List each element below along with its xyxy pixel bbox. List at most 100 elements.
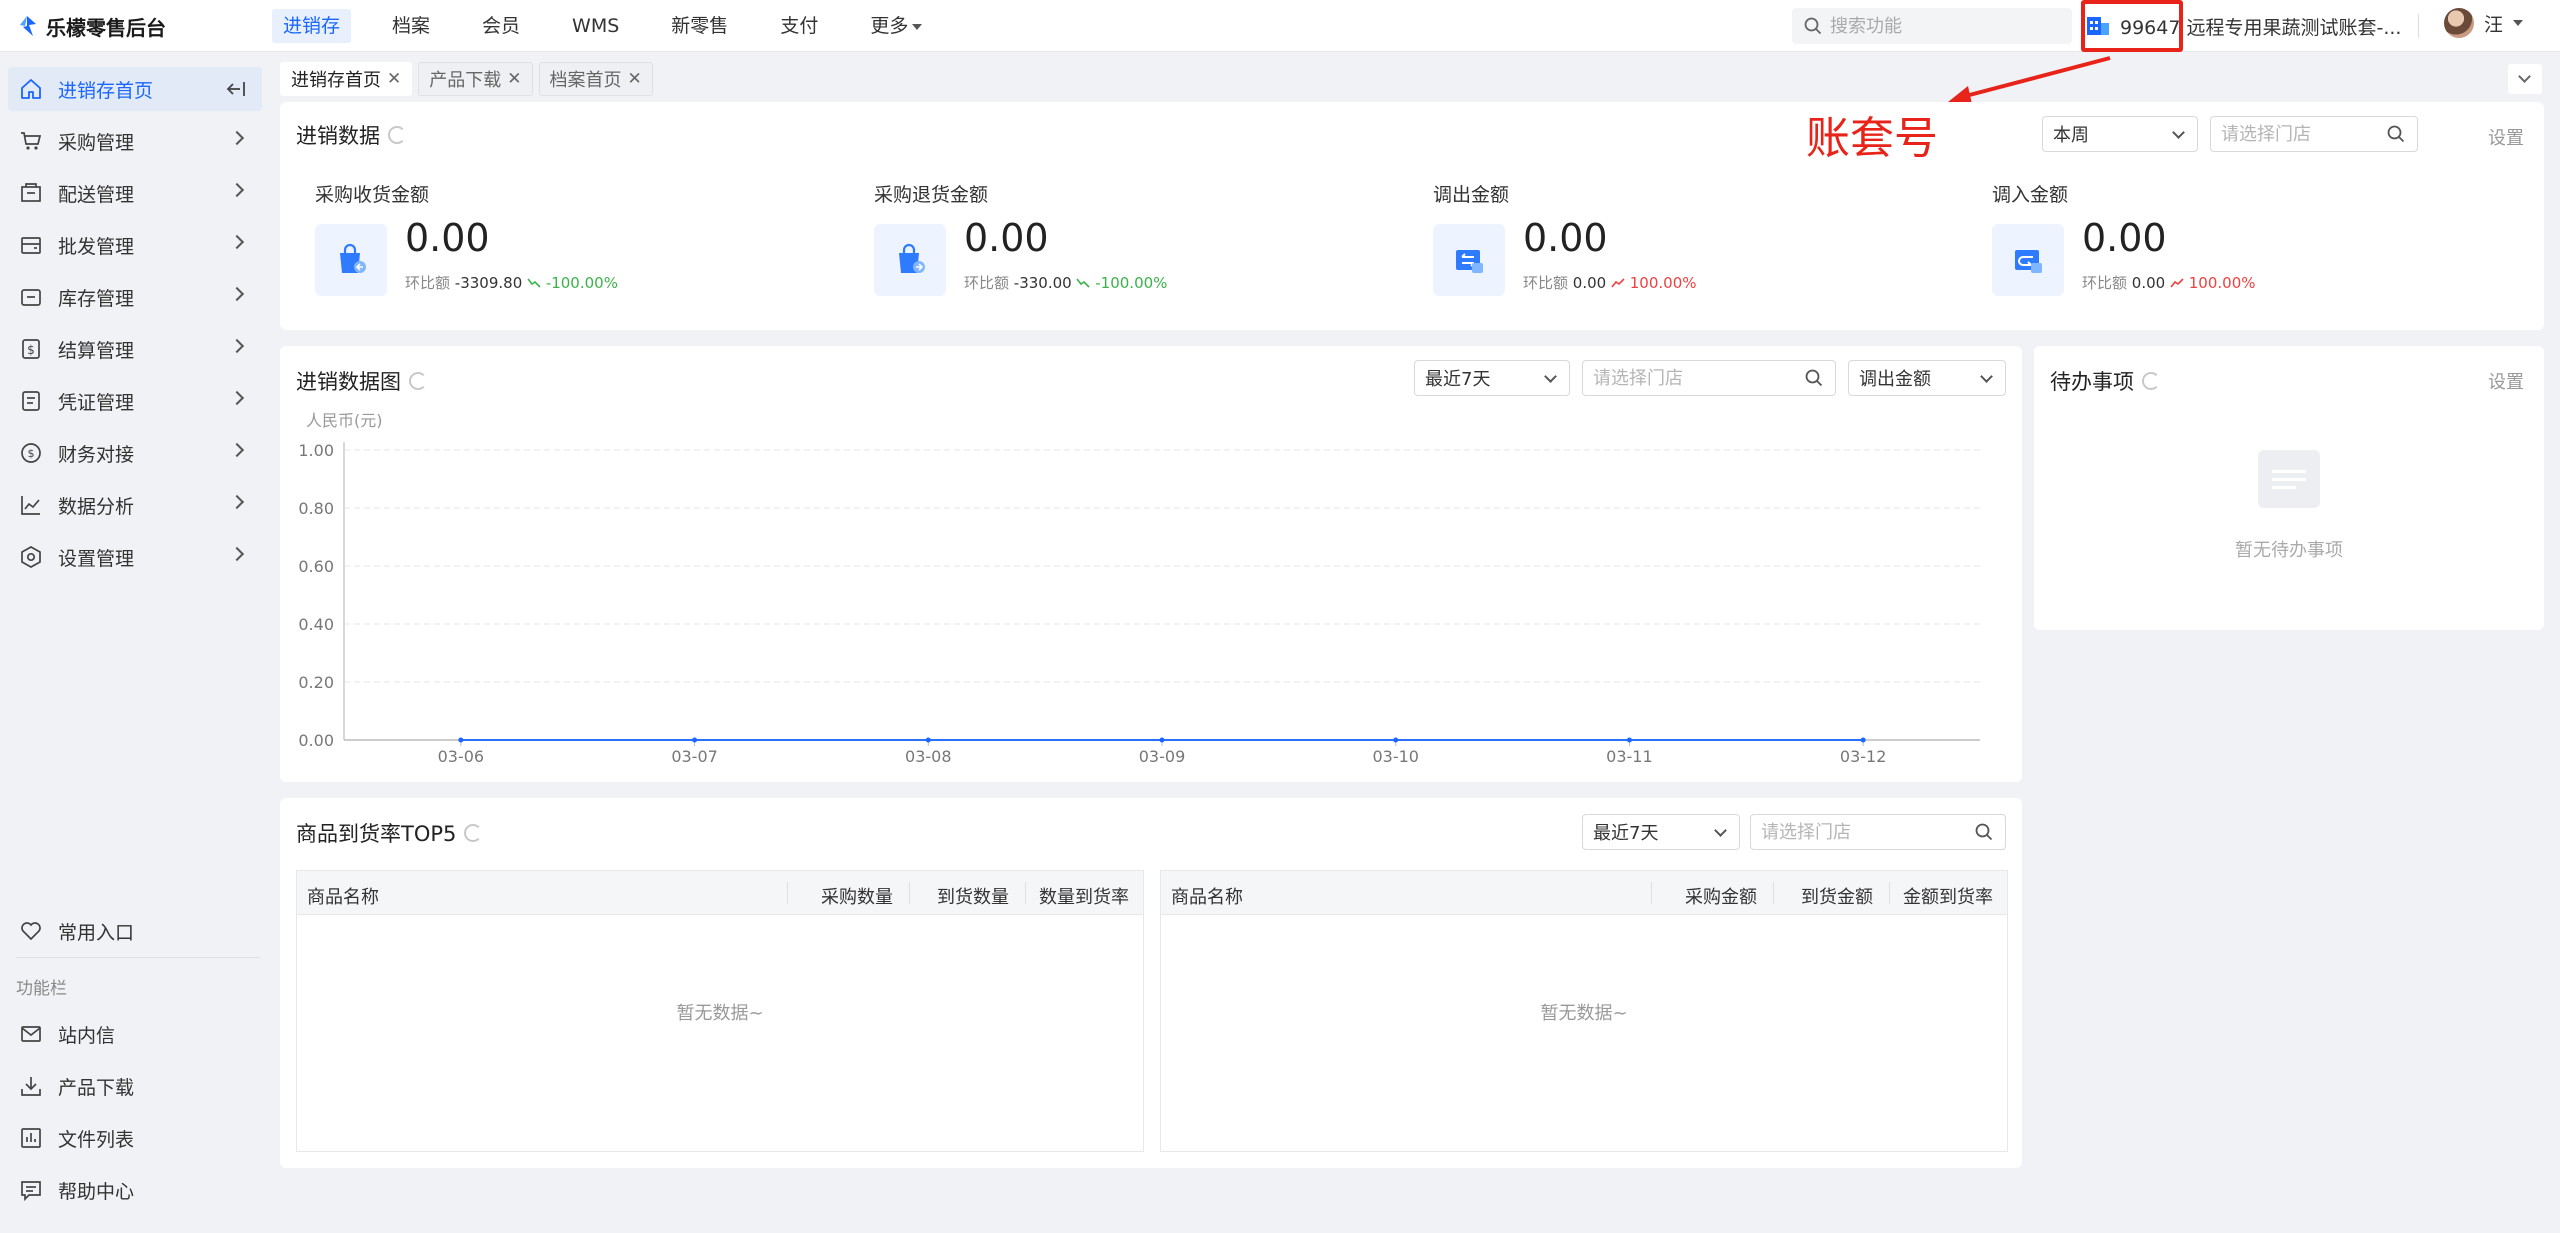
sidebar-item-stock[interactable]: 库存管理 — [8, 275, 262, 319]
sidebar-tool-label: 帮助中心 — [58, 1180, 135, 1203]
sidebar-item-inventory-home[interactable]: 进销存首页 — [8, 67, 262, 111]
user-menu[interactable]: 汪 — [2444, 8, 2524, 38]
nav-archive[interactable]: 档案 — [381, 9, 441, 43]
tab-archive-home[interactable]: 档案首页 ✕ — [538, 62, 653, 96]
tab-label: 档案首页 — [549, 70, 622, 91]
ratio-label: 环比额 — [2082, 274, 2128, 292]
sidebar-section-title: 功能栏 — [16, 979, 67, 999]
app-logo[interactable]: 乐檬零售后台 — [16, 12, 166, 40]
sidebar-tool-files[interactable]: 文件列表 — [8, 1116, 262, 1160]
nav-wms[interactable]: WMS — [561, 9, 630, 43]
summary-store-select[interactable] — [2210, 116, 2418, 152]
sidebar-item-label: 设置管理 — [58, 547, 135, 570]
tab-inventory-home[interactable]: 进销存首页 ✕ — [280, 62, 413, 96]
refresh-icon[interactable] — [388, 126, 406, 144]
top5-store-select[interactable] — [1750, 814, 2006, 850]
quantity-arrival-table: 商品名称 采购数量 到货数量 数量到货率 暂无数据~ — [296, 870, 1144, 1152]
data-point — [692, 737, 698, 743]
nav-payment[interactable]: 支付 — [769, 9, 829, 43]
collapse-sidebar-icon[interactable] — [224, 77, 248, 101]
caret-down-icon — [2513, 20, 2524, 26]
search-icon — [1804, 17, 1822, 35]
column-header: 商品名称 — [1171, 887, 1243, 908]
tab-product-download[interactable]: 产品下载 ✕ — [418, 62, 533, 96]
column-separator — [909, 882, 910, 904]
data-point — [925, 737, 931, 743]
top5-store-input[interactable] — [1761, 821, 1957, 843]
metric-value: 0.00 — [964, 216, 1049, 260]
settlement-icon: $ — [18, 336, 44, 362]
metric-purchase-return: 采购退货金额 0.00 环比额 -330.00 -100.00% — [874, 180, 1167, 296]
nav-inventory[interactable]: 进销存 — [272, 9, 352, 43]
table-header: 商品名称 采购数量 到货数量 数量到货率 — [297, 871, 1143, 915]
user-name: 汪 — [2484, 13, 2504, 36]
trend-up-icon — [1611, 278, 1625, 288]
divider — [2418, 14, 2419, 38]
column-header: 到货金额 — [1801, 887, 1873, 908]
metric-label: 采购收货金额 — [315, 184, 430, 206]
sidebar-item-label: 采购管理 — [58, 131, 135, 154]
trend-down-icon — [527, 278, 541, 288]
ratio-label: 环比额 — [1523, 274, 1569, 292]
store-search-input[interactable] — [2221, 123, 2378, 145]
inventory-icon — [18, 284, 44, 310]
sidebar-item-analytics[interactable]: 数据分析 — [8, 483, 262, 527]
data-point — [458, 737, 464, 743]
sidebar-item-voucher[interactable]: 凭证管理 — [8, 379, 262, 423]
summary-title: 进销数据 — [296, 124, 380, 148]
sidebar-favorites-label: 常用入口 — [58, 921, 135, 944]
data-point — [1860, 737, 1866, 743]
tabs-dropdown[interactable] — [2508, 64, 2542, 94]
help-icon — [18, 1177, 44, 1203]
x-tick-label: 03-07 — [671, 747, 718, 766]
close-icon[interactable]: ✕ — [387, 69, 401, 89]
sidebar-item-delivery[interactable]: 配送管理 — [8, 171, 262, 215]
summary-settings-link[interactable]: 设置 — [2488, 124, 2524, 150]
chevron-right-icon — [229, 442, 245, 458]
ratio-label: 环比额 — [405, 274, 451, 292]
sidebar-item-finance[interactable]: $ 财务对接 — [8, 431, 262, 475]
period-select[interactable]: 本周 — [2042, 116, 2198, 152]
close-icon[interactable]: ✕ — [628, 69, 642, 89]
close-icon[interactable]: ✕ — [507, 69, 521, 89]
trend-up-icon — [2170, 278, 2184, 288]
file-list-icon — [18, 1125, 44, 1151]
sidebar-tool-help[interactable]: 帮助中心 — [8, 1168, 262, 1212]
sidebar-favorites[interactable]: 常用入口 — [8, 909, 262, 953]
column-separator — [1889, 882, 1890, 904]
metric-ratio: 环比额 -3309.80 -100.00% — [405, 272, 618, 293]
avatar — [2444, 8, 2474, 38]
search-icon — [1975, 823, 1993, 841]
sidebar-item-label: 凭证管理 — [58, 391, 135, 414]
metric-ratio: 环比额 -330.00 -100.00% — [964, 272, 1167, 293]
sidebar-item-purchase[interactable]: 采购管理 — [8, 119, 262, 163]
nav-new-retail[interactable]: 新零售 — [660, 9, 739, 43]
refresh-icon[interactable] — [464, 824, 483, 842]
download-icon — [18, 1073, 44, 1099]
ratio-label: 环比额 — [964, 274, 1010, 292]
function-search[interactable] — [1792, 8, 2072, 44]
sidebar-divider — [16, 957, 260, 958]
ratio-percent: 100.00% — [1629, 274, 1697, 292]
sidebar-item-settings[interactable]: 设置管理 — [8, 535, 262, 579]
top5-range-select[interactable]: 最近7天 — [1582, 814, 1740, 850]
chevron-right-icon — [229, 338, 245, 354]
function-search-input[interactable] — [1830, 15, 2050, 37]
x-tick-label: 03-10 — [1372, 747, 1419, 766]
sidebar: 进销存首页 采购管理 配送管理 批发管理 库存管理 $ 结算管理 凭证管理 $ … — [0, 52, 270, 1233]
nav-member[interactable]: 会员 — [471, 9, 531, 43]
column-separator — [787, 882, 788, 904]
sidebar-item-wholesale[interactable]: 批发管理 — [8, 223, 262, 267]
sidebar-item-settlement[interactable]: $ 结算管理 — [8, 327, 262, 371]
sidebar-tool-download[interactable]: 产品下载 — [8, 1064, 262, 1108]
chart-icon — [18, 492, 44, 518]
ratio-percent: 100.00% — [2188, 274, 2256, 292]
sidebar-tool-messages[interactable]: 站内信 — [8, 1012, 262, 1056]
chevron-right-icon — [229, 130, 245, 146]
sidebar-item-label: 结算管理 — [58, 339, 135, 362]
refresh-icon[interactable] — [2142, 372, 2160, 390]
metric-ratio: 环比额 0.00 100.00% — [1523, 272, 1697, 293]
sidebar-item-label: 批发管理 — [58, 235, 135, 258]
nav-more[interactable]: 更多 — [859, 9, 933, 43]
todo-settings-link[interactable]: 设置 — [2488, 368, 2524, 394]
